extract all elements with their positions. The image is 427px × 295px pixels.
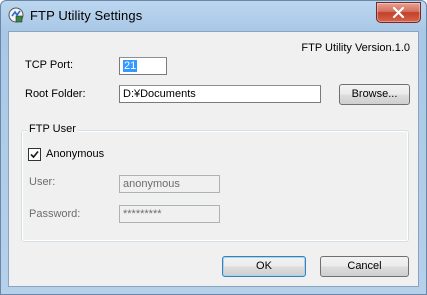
ok-button[interactable]: OK <box>222 256 306 277</box>
ftp-app-icon <box>8 7 24 23</box>
tcp-port-value: 21 <box>123 60 138 72</box>
tcp-port-label: TCP Port: <box>25 59 74 71</box>
anonymous-label[interactable]: Anonymous <box>46 148 104 160</box>
root-folder-input[interactable]: D:¥Documents <box>119 85 321 103</box>
close-button[interactable] <box>376 2 421 23</box>
dialog-body: FTP Utility Version.1.0 TCP Port: 21 Roo… <box>8 31 419 287</box>
checkmark-icon <box>30 150 39 159</box>
tcp-port-input[interactable]: 21 <box>119 57 167 75</box>
browse-button[interactable]: Browse... <box>339 84 410 105</box>
title-bar[interactable]: FTP Utility Settings <box>1 1 426 31</box>
ftp-user-group-title: FTP User <box>27 123 78 135</box>
window-title: FTP Utility Settings <box>30 8 143 23</box>
user-label: User: <box>29 176 56 188</box>
root-folder-label: Root Folder: <box>25 88 86 100</box>
cancel-button[interactable]: Cancel <box>320 256 409 277</box>
close-icon <box>392 7 405 18</box>
version-label: FTP Utility Version.1.0 <box>301 42 410 54</box>
anonymous-checkbox[interactable] <box>28 148 41 161</box>
user-input[interactable]: anonymous <box>119 175 220 193</box>
password-label: Password: <box>29 208 81 220</box>
password-input[interactable]: ********* <box>119 205 220 223</box>
dialog-window: FTP Utility Settings FTP Utility Version… <box>0 0 427 295</box>
